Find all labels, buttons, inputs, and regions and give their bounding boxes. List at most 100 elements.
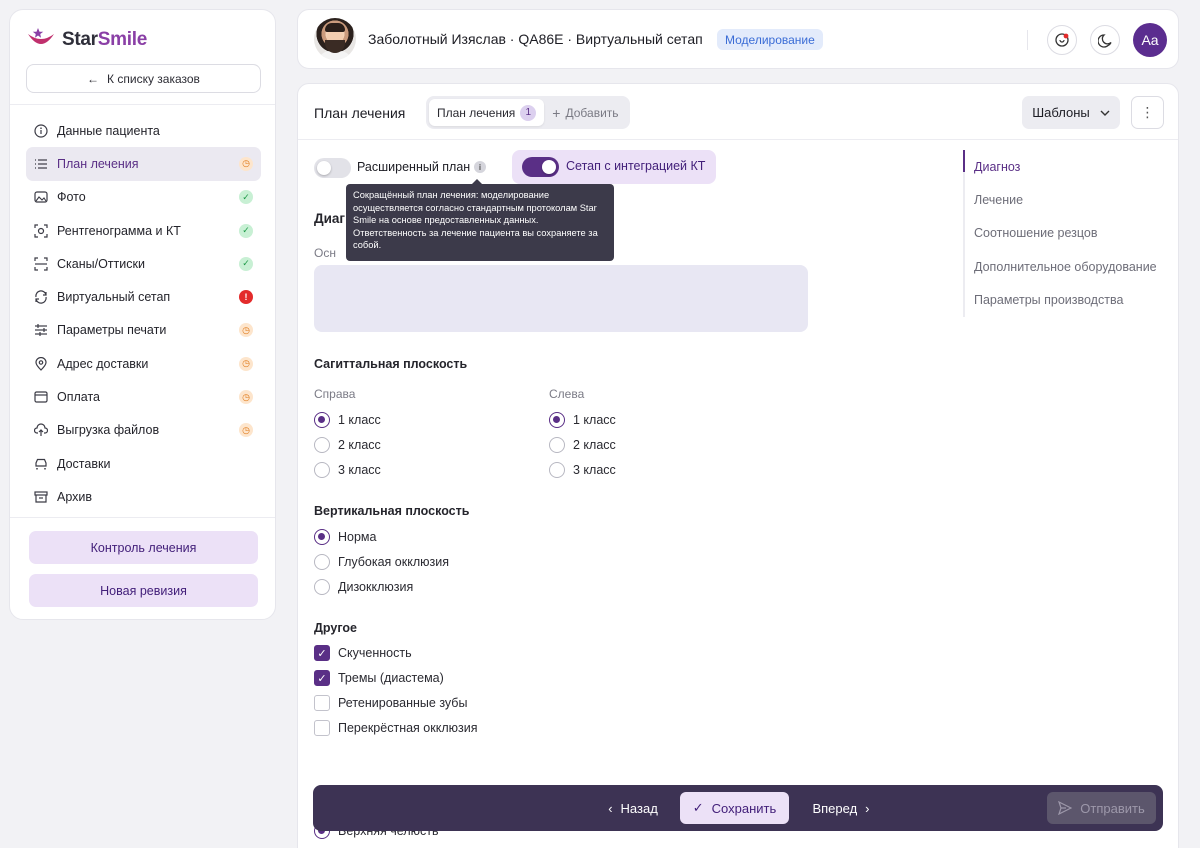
theme-toggle-button[interactable] xyxy=(1090,25,1120,55)
clock-status-icon: ◷ xyxy=(239,390,253,405)
moon-icon xyxy=(1097,33,1112,48)
car-icon xyxy=(34,457,48,471)
sidebar-item-patient-data[interactable]: Данные пациента xyxy=(26,114,261,147)
send-button[interactable]: Отправить xyxy=(1047,792,1156,824)
sidebar-item-xray-ct[interactable]: Рентгенограмма и КТ ✓ xyxy=(26,214,261,247)
treatment-control-button[interactable]: Контроль лечения xyxy=(29,531,258,564)
vertical-option-norm[interactable]: Норма xyxy=(314,529,376,545)
new-revision-button[interactable]: Новая ревизия xyxy=(29,574,258,607)
templates-label: Шаблоны xyxy=(1032,105,1090,120)
sidebar-divider xyxy=(10,104,275,105)
vertical-option-open-bite[interactable]: Дизокклюзия xyxy=(314,579,413,595)
check-status-icon: ✓ xyxy=(239,190,253,205)
radio[interactable] xyxy=(549,462,565,478)
checkbox[interactable] xyxy=(314,695,330,711)
radio[interactable] xyxy=(314,579,330,595)
other-option-crossbite[interactable]: Перекрёстная окклюзия xyxy=(314,720,477,736)
sidebar-item-photo[interactable]: Фото ✓ xyxy=(26,181,261,214)
section-title: План лечения xyxy=(314,105,406,121)
radio[interactable] xyxy=(314,529,330,545)
star-smile-logo-icon xyxy=(28,28,54,44)
page-title: Заболотный Изяслав · QA86E · Виртуальный… xyxy=(368,31,703,47)
sidebar-item-delivery-address[interactable]: Адрес доставки ◷ xyxy=(26,347,261,380)
sidebar-item-payment[interactable]: Оплата ◷ xyxy=(26,380,261,413)
templates-dropdown[interactable]: Шаблоны xyxy=(1022,96,1120,129)
next-button[interactable]: Вперед › xyxy=(801,792,881,824)
checkbox[interactable]: ✓ xyxy=(314,670,330,686)
list-icon xyxy=(34,157,48,171)
bottom-action-bar: ‹ Назад ✓ Сохранить Вперед › Отправить xyxy=(313,785,1163,831)
radio[interactable] xyxy=(314,554,330,570)
more-options-button[interactable]: ⋮ xyxy=(1131,96,1164,129)
toc-diagnosis[interactable]: Диагноз xyxy=(963,150,1173,183)
sagittal-left-class-2[interactable]: 2 класс xyxy=(549,437,616,453)
sagittal-left-class-1[interactable]: 1 класс xyxy=(549,412,616,428)
info-icon[interactable]: i xyxy=(474,161,486,173)
check-status-icon: ✓ xyxy=(239,256,253,271)
treatment-plan-panel: План лечения План лечения 1 + Добавить Ш… xyxy=(297,83,1179,848)
plus-icon: + xyxy=(552,104,561,121)
sidebar-item-archive[interactable]: Архив xyxy=(26,480,261,513)
radio[interactable] xyxy=(314,412,330,428)
extended-plan-tooltip: Сокращённый план лечения: моделирование … xyxy=(346,179,614,261)
vertical-option-deep-bite[interactable]: Глубокая окклюзия xyxy=(314,554,449,570)
toc-additional-equipment[interactable]: Дополнительное оборудование xyxy=(965,250,1173,283)
checkbox[interactable] xyxy=(314,720,330,736)
option-label: Глубокая окклюзия xyxy=(338,555,449,569)
ct-setup-option[interactable]: Сетап с интеграцией КТ xyxy=(512,150,716,184)
save-button[interactable]: ✓ Сохранить xyxy=(680,792,789,824)
radio[interactable] xyxy=(549,437,565,453)
plan-tabs: План лечения 1 + Добавить xyxy=(426,96,630,129)
extended-plan-toggle[interactable] xyxy=(314,158,351,178)
sidebar-item-deliveries[interactable]: Доставки xyxy=(26,447,261,480)
add-plan-button[interactable]: + Добавить xyxy=(544,99,626,126)
sagittal-right-label: Справа xyxy=(314,387,356,401)
logo-text-part2: Smile xyxy=(97,29,148,50)
sidebar-item-treatment-plan[interactable]: План лечения ◷ xyxy=(26,147,261,181)
logo[interactable]: StarSmile xyxy=(26,28,147,52)
send-icon xyxy=(1058,801,1073,815)
tab-treatment-plan[interactable]: План лечения 1 xyxy=(429,99,545,126)
sidebar-item-scans[interactable]: Сканы/Оттиски ✓ xyxy=(26,247,261,280)
other-option-diastema[interactable]: ✓ Тремы (диастема) xyxy=(314,670,444,686)
sagittal-right-class-1[interactable]: 1 класс xyxy=(314,412,381,428)
back-button[interactable]: ‹ Назад xyxy=(593,792,673,824)
main-complaint-field[interactable] xyxy=(314,265,808,332)
sagittal-left-class-3[interactable]: 3 класс xyxy=(549,462,616,478)
info-icon xyxy=(34,124,48,138)
sidebar-item-print-params[interactable]: Параметры печати ◷ xyxy=(26,314,261,347)
logo-text-part1: Star xyxy=(62,29,98,50)
clock-status-icon: ◷ xyxy=(239,356,253,371)
radio[interactable] xyxy=(314,462,330,478)
ct-setup-toggle[interactable] xyxy=(522,157,559,177)
toc-treatment[interactable]: Лечение xyxy=(965,183,1173,216)
sidebar-item-label: Сканы/Оттиски xyxy=(57,256,145,271)
sidebar-item-label: Виртуальный сетап xyxy=(57,290,171,305)
radio[interactable] xyxy=(549,412,565,428)
chevron-right-icon: › xyxy=(865,800,870,816)
user-avatar[interactable]: Aa xyxy=(1133,23,1167,57)
save-label: Сохранить xyxy=(711,800,777,816)
clock-status-icon: ◷ xyxy=(239,323,253,338)
radio[interactable] xyxy=(314,437,330,453)
other-option-crowding[interactable]: ✓ Скученность xyxy=(314,645,412,661)
sidebar-item-file-upload[interactable]: Выгрузка файлов ◷ xyxy=(26,414,261,447)
back-to-orders-button[interactable]: ← К списку заказов xyxy=(26,64,261,93)
cloud-upload-icon xyxy=(34,423,48,437)
sidebar-item-label: Адрес доставки xyxy=(57,356,149,371)
option-label: Скученность xyxy=(338,646,412,660)
pin-icon xyxy=(34,356,48,371)
support-button[interactable] xyxy=(1047,25,1077,55)
section-navigation: Диагноз Лечение Соотношение резцов Допол… xyxy=(963,150,1173,317)
sagittal-right-class-2[interactable]: 2 класс xyxy=(314,437,381,453)
toc-production-params[interactable]: Параметры производства xyxy=(965,284,1173,317)
next-label: Вперед xyxy=(812,800,858,816)
send-label: Отправить xyxy=(1080,800,1145,816)
back-label: Назад xyxy=(620,800,658,816)
sagittal-right-class-3[interactable]: 3 класс xyxy=(314,462,381,478)
other-option-impacted[interactable]: Ретенированные зубы xyxy=(314,695,467,711)
sidebar-item-virtual-setup[interactable]: Виртуальный сетап ! xyxy=(26,280,261,313)
other-title: Другое xyxy=(314,621,357,635)
toc-incisor-relation[interactable]: Соотношение резцов xyxy=(965,217,1173,250)
checkbox[interactable]: ✓ xyxy=(314,645,330,661)
